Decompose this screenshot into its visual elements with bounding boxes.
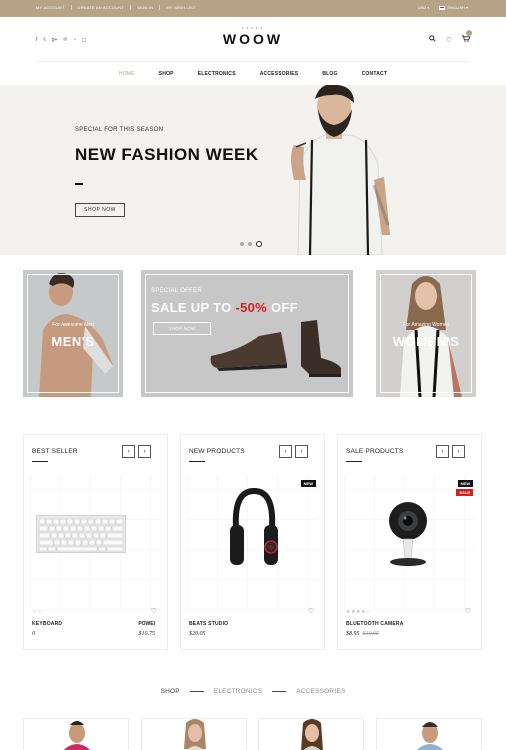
nav-accessories[interactable]: ACCESSORIES [260, 71, 299, 77]
title-underline [32, 461, 48, 462]
rating-stars: ★★★★☆ [346, 609, 371, 615]
product-thumbnail[interactable] [258, 718, 364, 750]
product-thumbnail[interactable] [23, 718, 129, 750]
product-price-peek: $10.75 [138, 631, 156, 637]
slider-dot[interactable] [240, 242, 244, 246]
new-badge: NEW [457, 480, 473, 487]
keyboard-image[interactable] [36, 515, 126, 553]
product-thumbnail[interactable] [141, 718, 247, 750]
hero-model-image [291, 85, 390, 255]
cart-count-badge [466, 30, 472, 36]
product-name[interactable]: BLUETOOTH CAMERA [346, 621, 404, 627]
sale-title-suffix: OFF [270, 300, 298, 315]
title-underline [189, 461, 205, 462]
title-underline [346, 461, 362, 462]
site-header: f 𝕥 g+ ℗ ◔ ◻ ★★★★★ WOOW ♡ [0, 17, 506, 61]
wishlist-heart-icon[interactable]: ♡ [308, 607, 314, 615]
tab-separator [272, 691, 287, 692]
sale-banner-label: SPECIAL OFFER [151, 288, 203, 294]
camera-image[interactable] [383, 501, 433, 571]
language-selector[interactable]: ENGLISH ▾ [439, 5, 468, 10]
men-banner[interactable]: For Awesome Men MEN'S [23, 270, 123, 397]
best-seller-panel: BEST SELLER ‹ › ☆☆ ♡ KEYBOARD POWEI 0 $1… [23, 434, 168, 650]
panel-title: BEST SELLER [32, 448, 78, 455]
sale-discount: -50% [235, 300, 268, 315]
account-links: MY ACCOUNT CREATE AN ACCOUNT SIGN IN MY … [36, 5, 202, 10]
model-image [63, 721, 91, 750]
prev-arrow-button[interactable]: ‹ [436, 445, 449, 458]
men-banner-title: MEN'S [51, 334, 95, 349]
cart-icon[interactable] [462, 30, 472, 44]
product-price: $8.95 $10.05 [346, 631, 379, 637]
slider-dot[interactable] [248, 242, 252, 246]
main-nav: HOME SHOP ELECTRONICS ACCESSORIES BLOG C… [36, 61, 470, 85]
flag-icon [439, 5, 446, 10]
top-bar: MY ACCOUNT CREATE AN ACCOUNT SIGN IN MY … [0, 0, 506, 17]
women-banner-title: WOMEN'S [392, 334, 460, 349]
sale-products-panel: SALE PRODUCTS ‹ › NEW SALE ★★★★☆ ♡ BLUET… [337, 434, 482, 650]
tab-separator [189, 691, 204, 692]
currency-selector[interactable]: USD ▾ [418, 5, 430, 10]
heart-icon[interactable]: ♡ [446, 36, 452, 44]
old-price: $10.05 [362, 631, 380, 637]
model-image [416, 722, 444, 750]
product-name[interactable]: KEYBOARD [32, 621, 62, 627]
women-banner[interactable]: For Amazing Women WOMEN'S [376, 270, 476, 397]
hero-title: NEW FASHION WEEK [75, 145, 259, 164]
sale-banner-title: SALE UP TO -50% OFF [151, 300, 298, 315]
category-tabs: SHOP ELECTRONICS ACCESSORIES [0, 688, 506, 695]
tab-electronics[interactable]: ELECTRONICS [214, 688, 262, 695]
prev-arrow-button[interactable]: ‹ [122, 445, 135, 458]
product-price: 0 [32, 631, 35, 637]
currency-label: USD [417, 5, 427, 10]
sale-price: $8.95 [346, 631, 360, 637]
hero-slider: SPECIAL FOR THIS SEASON NEW FASHION WEEK… [0, 85, 506, 255]
nav-electronics[interactable]: ELECTRONICS [198, 71, 236, 77]
product-thumbnail[interactable] [376, 718, 482, 750]
tab-accessories[interactable]: ACCESSORIES [296, 688, 345, 695]
product-price: $20.05 [189, 631, 206, 637]
hero-divider [75, 183, 83, 185]
prev-arrow-button[interactable]: ‹ [279, 445, 292, 458]
language-label: ENGLISH [447, 5, 465, 10]
slider-dot-active[interactable] [256, 241, 262, 247]
my-account-link[interactable]: MY ACCOUNT [36, 5, 72, 10]
sale-badge: SALE [456, 489, 473, 496]
rating-stars: ☆☆ [32, 609, 42, 615]
nav-contact[interactable]: CONTACT [362, 71, 387, 77]
wishlist-heart-icon[interactable]: ♡ [465, 607, 471, 615]
slider-dots [240, 241, 262, 247]
next-arrow-button[interactable]: › [295, 445, 308, 458]
nav-shop[interactable]: SHOP [159, 71, 174, 77]
sale-title-prefix: SALE UP TO [151, 300, 232, 315]
panel-title: NEW PRODUCTS [189, 448, 245, 455]
tab-shop[interactable]: SHOP [161, 688, 180, 695]
model-image [184, 719, 206, 750]
logo-stars: ★★★★★ [241, 26, 265, 30]
model-image [301, 719, 323, 750]
new-badge: NEW [300, 480, 316, 487]
women-banner-tag: For Amazing Women [402, 322, 450, 328]
hero-subtitle: SPECIAL FOR THIS SEASON [75, 127, 164, 133]
sale-shop-now-button[interactable]: SHOP NOW [153, 322, 211, 335]
next-arrow-button[interactable]: › [138, 445, 151, 458]
next-arrow-button[interactable]: › [452, 445, 465, 458]
wishlist-heart-icon[interactable]: ♡ [151, 607, 157, 615]
sign-in-link[interactable]: SIGN IN [131, 5, 161, 10]
new-products-panel: NEW PRODUCTS ‹ › NEW b ♡ BEATS STUDIO $2… [180, 434, 325, 650]
sale-banner[interactable]: SPECIAL OFFER SALE UP TO -50% OFF SHOP N… [141, 270, 353, 397]
product-name[interactable]: BEATS STUDIO [189, 621, 228, 627]
create-account-link[interactable]: CREATE AN ACCOUNT [72, 5, 132, 10]
nav-blog[interactable]: BLOG [322, 71, 337, 77]
wish-list-link[interactable]: MY WISH LIST [160, 5, 201, 10]
hero-shop-now-button[interactable]: SHOP NOW [75, 203, 125, 217]
men-banner-tag: For Awesome Men [52, 322, 94, 328]
search-icon[interactable] [428, 35, 436, 44]
panel-title: SALE PRODUCTS [346, 448, 404, 455]
product-name-peek[interactable]: POWEI [138, 621, 155, 627]
nav-home[interactable]: HOME [119, 71, 135, 77]
headphones-image[interactable]: b [226, 487, 282, 573]
